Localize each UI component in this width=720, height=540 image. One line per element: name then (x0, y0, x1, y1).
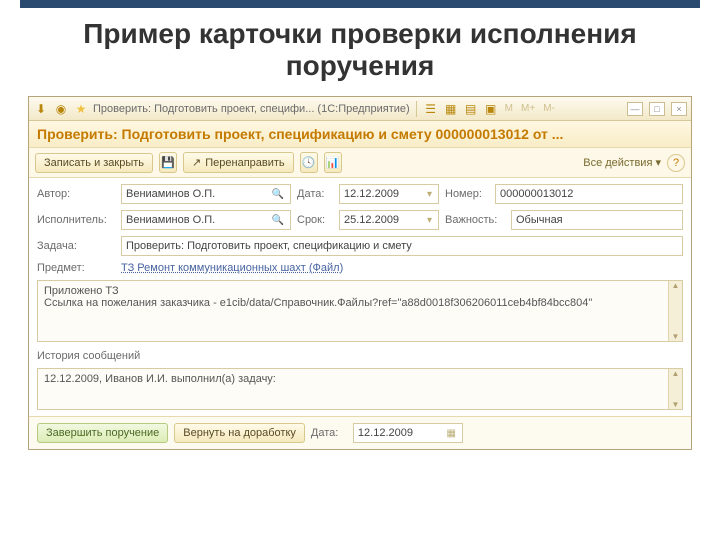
lookup-icon[interactable]: 🔍 (270, 189, 286, 200)
save-button[interactable]: 💾 (159, 152, 177, 173)
calc-icon[interactable]: ▤ (463, 101, 479, 117)
redirect-icon: ↗ (192, 156, 201, 169)
mem-m[interactable]: M (503, 103, 515, 114)
tool-icon-2[interactable]: ▦ (443, 101, 459, 117)
task-label: Задача: (37, 240, 115, 252)
calendar-icon[interactable]: ▾ (425, 215, 434, 226)
due-field[interactable]: 25.12.2009 ▾ (339, 210, 439, 230)
complete-button[interactable]: Завершить поручение (37, 423, 168, 443)
footer-date-label: Дата: (311, 427, 347, 439)
dropdown-icon[interactable]: ⬇ (33, 101, 49, 117)
desc-line2: Ссылка на пожелания заказчика - e1cib/da… (44, 297, 676, 309)
priority-value: Обычная (516, 214, 678, 226)
subject-link[interactable]: ТЗ Ремонт коммуникационных шахт (Файл) (121, 262, 343, 274)
author-label: Автор: (37, 188, 115, 200)
form-body: Автор: Вениаминов О.П. 🔍 Дата: 12.12.200… (29, 178, 691, 416)
history-label: История сообщений (37, 350, 140, 362)
task-value: Проверить: Подготовить проект, специфика… (126, 240, 678, 252)
author-value: Вениаминов О.П. (126, 188, 270, 200)
author-field[interactable]: Вениаминов О.П. 🔍 (121, 184, 291, 204)
history-line: 12.12.2009, Иванов И.И. выполнил(а) зада… (44, 373, 676, 385)
date-field[interactable]: 12.12.2009 ▾ (339, 184, 439, 204)
chart-button[interactable]: 📊 (324, 152, 342, 173)
document-title: Проверить: Подготовить проект, специфика… (29, 121, 691, 148)
priority-field[interactable]: Обычная (511, 210, 683, 230)
executor-label: Исполнитель: (37, 214, 115, 226)
return-button[interactable]: Вернуть на доработку (174, 423, 305, 443)
executor-field[interactable]: Вениаминов О.П. 🔍 (121, 210, 291, 230)
window-title: Проверить: Подготовить проект, специфи..… (93, 103, 410, 115)
scrollbar[interactable]: ▲▼ (668, 369, 682, 409)
due-value: 25.12.2009 (344, 214, 425, 226)
number-field[interactable]: 000000013012 (495, 184, 683, 204)
lookup-icon[interactable]: 🔍 (270, 215, 286, 226)
calendar-icon[interactable]: ▣ (483, 101, 499, 117)
slide-title: Пример карточки проверки исполнения пору… (0, 8, 720, 96)
task-field[interactable]: Проверить: Подготовить проект, специфика… (121, 236, 683, 256)
window-titlebar: ⬇ ◉ ★ Проверить: Подготовить проект, спе… (29, 97, 691, 121)
priority-label: Важность: (445, 214, 505, 226)
app-window: ⬇ ◉ ★ Проверить: Подготовить проект, спе… (28, 96, 692, 450)
subject-label: Предмет: (37, 262, 115, 274)
due-label: Срок: (297, 214, 333, 226)
clock-button[interactable]: 🕓 (300, 152, 318, 173)
help-button[interactable]: ? (667, 154, 685, 172)
date-value: 12.12.2009 (344, 188, 425, 200)
minimize-button[interactable]: — (627, 102, 643, 116)
redirect-label: Перенаправить (205, 157, 284, 169)
close-button[interactable]: × (671, 102, 687, 116)
number-value: 000000013012 (500, 188, 678, 200)
calendar-icon[interactable]: ▦ (444, 428, 457, 439)
mem-mminus[interactable]: M- (541, 103, 557, 114)
date-label: Дата: (297, 188, 333, 200)
app-icon: ◉ (53, 101, 69, 117)
desc-line1: Приложено ТЗ (44, 285, 676, 297)
description-area[interactable]: Приложено ТЗ Ссылка на пожелания заказчи… (37, 280, 683, 342)
star-icon[interactable]: ★ (73, 101, 89, 117)
number-label: Номер: (445, 188, 489, 200)
save-close-button[interactable]: Записать и закрыть (35, 153, 153, 173)
history-area[interactable]: 12.12.2009, Иванов И.И. выполнил(а) зада… (37, 368, 683, 410)
footer-bar: Завершить поручение Вернуть на доработку… (29, 416, 691, 449)
calendar-icon[interactable]: ▾ (425, 189, 434, 200)
toolbar: Записать и закрыть 💾 ↗ Перенаправить 🕓 📊… (29, 148, 691, 178)
all-actions-link[interactable]: Все действия ▾ (583, 156, 661, 169)
maximize-button[interactable]: □ (649, 102, 665, 116)
scrollbar[interactable]: ▲▼ (668, 281, 682, 341)
redirect-button[interactable]: ↗ Перенаправить (183, 152, 294, 173)
footer-date-value: 12.12.2009 (358, 427, 445, 439)
mem-mplus[interactable]: M+ (519, 103, 537, 114)
tool-icon-1[interactable]: ☰ (423, 101, 439, 117)
footer-date-field[interactable]: 12.12.2009 ▦ (353, 423, 463, 443)
executor-value: Вениаминов О.П. (126, 214, 270, 226)
